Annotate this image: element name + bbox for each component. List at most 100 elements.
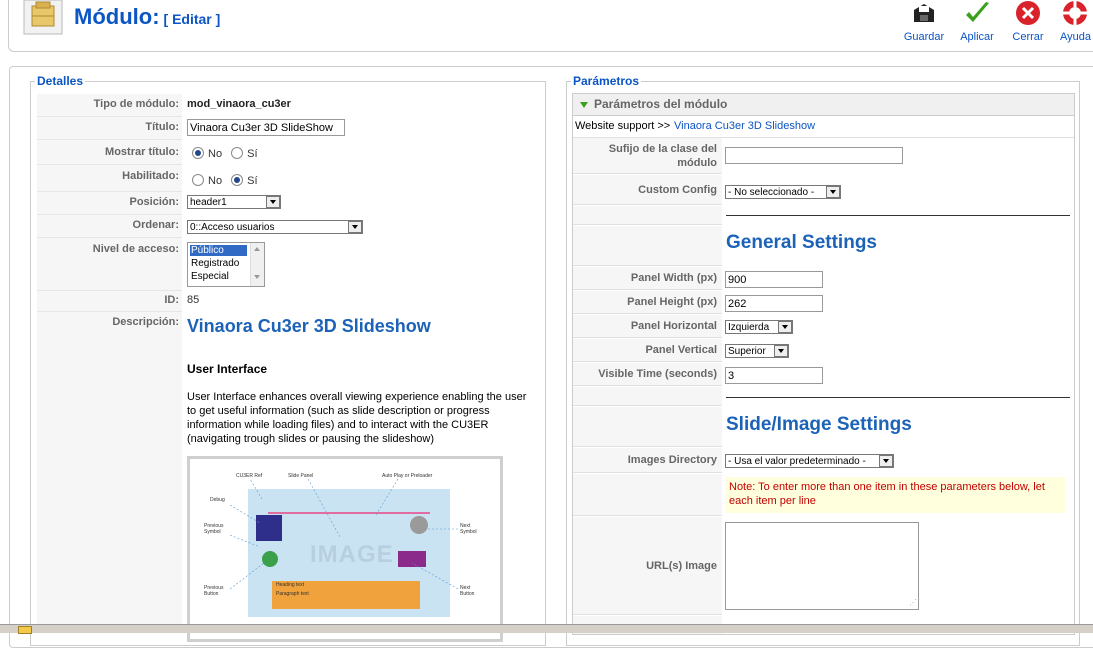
id-value: 85 — [187, 294, 200, 306]
position-select-value: header1 — [190, 197, 227, 208]
access-option-0[interactable]: Público — [190, 245, 247, 256]
close-icon — [1016, 1, 1040, 25]
page-title: Módulo:[ Editar ] — [74, 4, 220, 30]
diagram-label-9: Paragraph text — [276, 591, 309, 597]
show-title-label: Mostrar título: — [105, 146, 179, 158]
desc-text: User Interface enhances overall viewing … — [187, 391, 527, 445]
chevron-down-icon — [774, 345, 788, 357]
images-directory-label: Images Directory — [573, 448, 722, 473]
class-suffix-label-cell: Sufijo de la clase del módulo — [573, 138, 722, 174]
module-type-value: mod_vinaora_cu3er — [187, 98, 291, 110]
class-suffix-label-line1: Sufijo de la clase del — [608, 143, 717, 155]
spacer-cell-2 — [573, 226, 722, 266]
spacer-cell-5 — [573, 474, 722, 516]
close-label: Cerrar — [1012, 31, 1044, 43]
access-listbox-scrollbar[interactable] — [250, 243, 264, 286]
chevron-down-icon — [348, 221, 362, 233]
save-button[interactable]: Guardar — [899, 0, 949, 43]
resize-grip-icon[interactable]: ⋰ — [909, 598, 917, 607]
apply-button[interactable]: Aplicar — [952, 0, 1002, 43]
panel-horizontal-label: Panel Horizontal — [573, 315, 722, 338]
ui-diagram: IMAGE CU3ER Ref Slide Panel Auto Play or… — [187, 456, 503, 642]
enabled-label: Habilitado: — [122, 170, 179, 182]
title-input[interactable] — [187, 119, 345, 136]
show-title-yes-radio[interactable] — [231, 147, 244, 159]
class-suffix-input[interactable] — [725, 147, 903, 164]
access-label: Nivel de acceso: — [92, 243, 179, 255]
divider-line-2 — [726, 397, 1070, 398]
position-select[interactable]: header1 — [187, 195, 281, 209]
status-icon — [18, 626, 32, 634]
params-panel: Parámetros del módulo Website support >>… — [572, 93, 1075, 635]
visible-time-input[interactable] — [725, 367, 823, 384]
access-option-2[interactable]: Especial — [191, 271, 229, 282]
enabled-no-radio[interactable] — [192, 174, 204, 186]
diagram-label-3: Debug — [210, 497, 225, 503]
order-select[interactable]: 0::Acceso usuarios — [187, 220, 363, 234]
panel-height-input[interactable] — [725, 295, 823, 312]
support-prefix: Website support >> — [575, 120, 671, 132]
spacer-cell-4 — [573, 407, 722, 447]
custom-config-value: - No seleccionado - — [728, 187, 815, 198]
checkmark-icon — [966, 2, 989, 22]
divider-line — [726, 215, 1070, 216]
panel-vertical-value: Superior — [728, 346, 766, 357]
chevron-down-icon — [826, 186, 840, 198]
desc-title: Vinaora Cu3er 3D Slideshow — [187, 316, 431, 336]
apply-label: Aplicar — [960, 31, 994, 43]
diagram-label-1: Slide Panel — [288, 473, 314, 479]
url-image-textarea[interactable]: ⋰ — [725, 522, 919, 610]
url-image-label: URL(s) Image — [573, 517, 722, 615]
enabled-radios: No Sí — [192, 174, 264, 187]
support-row: Website support >> Vinaora Cu3er 3D Slid… — [573, 116, 1074, 138]
show-title-no-radio[interactable] — [192, 147, 204, 159]
chevron-down-icon — [266, 196, 280, 208]
show-title-no-text: No — [208, 148, 223, 160]
details-table: Tipo de módulo: mod_vinaora_cu3er Título… — [37, 94, 543, 642]
desc-label-cell — [37, 312, 182, 632]
access-option-1[interactable]: Registrado — [191, 258, 239, 269]
diagram-label-4: Previous Symbol — [204, 523, 224, 535]
support-link[interactable]: Vinaora Cu3er 3D Slideshow — [674, 120, 815, 132]
params-panel-header[interactable]: Parámetros del módulo — [573, 94, 1074, 116]
chevron-down-icon — [879, 455, 893, 467]
scroll-up-icon — [254, 247, 260, 251]
diagram-label-0: CU3ER Ref — [236, 473, 263, 479]
show-title-radios: No Sí — [192, 147, 264, 160]
access-listbox[interactable]: Público Registrado Especial — [187, 242, 265, 287]
title-label: Título: — [145, 121, 179, 133]
close-button[interactable]: Cerrar — [1003, 0, 1053, 43]
general-settings-heading: General Settings — [726, 232, 877, 253]
panel-vertical-label: Panel Vertical — [573, 339, 722, 362]
id-label: ID: — [164, 294, 179, 306]
page-title-text: Módulo: — [74, 4, 160, 29]
enabled-no-text: No — [208, 175, 223, 187]
enabled-yes-text: Sí — [247, 175, 258, 187]
custom-config-select[interactable]: - No seleccionado - — [725, 185, 841, 199]
panel-vertical-select[interactable]: Superior — [725, 344, 789, 358]
enabled-yes-radio[interactable] — [231, 174, 244, 186]
images-directory-select[interactable]: - Usa el valor predeterminado - — [725, 454, 894, 468]
scroll-down-icon — [254, 275, 260, 279]
class-suffix-label: Sufijo de la clase del módulo — [573, 138, 717, 170]
help-button[interactable]: Ayuda — [1053, 0, 1093, 43]
diagram-center-text: IMAGE — [310, 541, 394, 568]
images-directory-value: - Usa el valor predeterminado - — [728, 456, 866, 467]
panel-width-input[interactable] — [725, 271, 823, 288]
panel-width-label: Panel Width (px) — [573, 267, 722, 290]
order-label: Ordenar: — [132, 219, 179, 231]
module-icon — [22, 0, 64, 36]
class-suffix-label-line2: módulo — [677, 157, 717, 169]
desc-label: Descripción: — [112, 316, 179, 328]
help-label: Ayuda — [1060, 31, 1091, 43]
order-select-value: 0::Acceso usuarios — [190, 222, 275, 233]
panel-horizontal-select[interactable]: Izquierda — [725, 320, 793, 334]
triangle-down-icon — [580, 102, 588, 108]
note-box: Note: To enter more than one item in the… — [725, 477, 1065, 513]
params-panel-title: Parámetros del módulo — [594, 97, 728, 111]
save-label: Guardar — [903, 31, 945, 43]
panel-horizontal-value: Izquierda — [728, 322, 770, 333]
details-legend: Detalles — [37, 74, 84, 88]
spacer-cell-1 — [573, 206, 722, 225]
params-legend: Parámetros — [573, 74, 640, 88]
